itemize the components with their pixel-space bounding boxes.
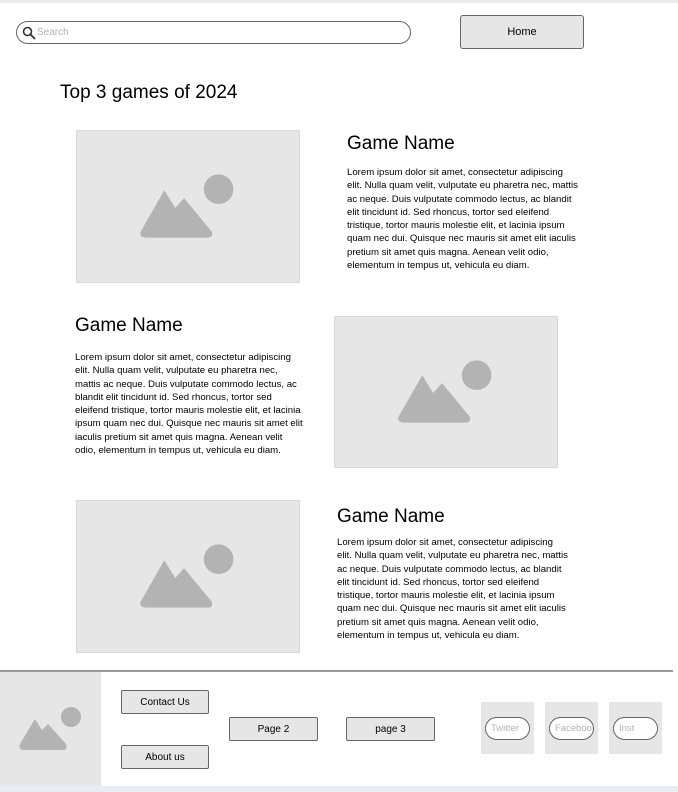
search-input[interactable]: Search [16,21,411,44]
game-description: Lorem ipsum dolor sit amet, consectetur … [347,167,578,272]
instagram-button[interactable]: Inst [613,717,658,740]
game-name: Game Name [337,506,445,527]
facebook-tile: Facebook [545,702,598,754]
game-name: Game Name [75,315,183,336]
instagram-tile: Inst [609,702,662,754]
image-icon [398,360,492,423]
twitter-tile: Twitter [481,702,534,754]
search-icon [22,26,36,40]
footer-logo-placeholder [0,672,101,786]
page-3-button[interactable]: page 3 [346,717,435,741]
game-image-placeholder [76,500,300,653]
image-icon [19,707,81,750]
image-icon [140,544,234,608]
game-image-placeholder [334,316,558,468]
twitter-button[interactable]: Twitter [485,717,530,740]
game-description: Lorem ipsum dolor sit amet, consectetur … [337,537,568,642]
home-button[interactable]: Home [460,15,584,49]
page-title: Top 3 games of 2024 [60,82,238,103]
contact-us-button[interactable]: Contact Us [121,690,209,714]
search-placeholder: Search [37,27,69,38]
top-divider [0,0,678,3]
game-image-placeholder [76,130,300,283]
page-2-button[interactable]: Page 2 [229,717,318,741]
page: Search Home Top 3 games of 2024 Game Nam… [0,0,678,792]
facebook-button[interactable]: Facebook [549,717,594,740]
bottom-divider [0,786,678,792]
image-icon [140,174,234,238]
game-name: Game Name [347,133,455,154]
game-description: Lorem ipsum dolor sit amet, consectetur … [75,352,303,457]
about-us-button[interactable]: About us [121,745,209,769]
